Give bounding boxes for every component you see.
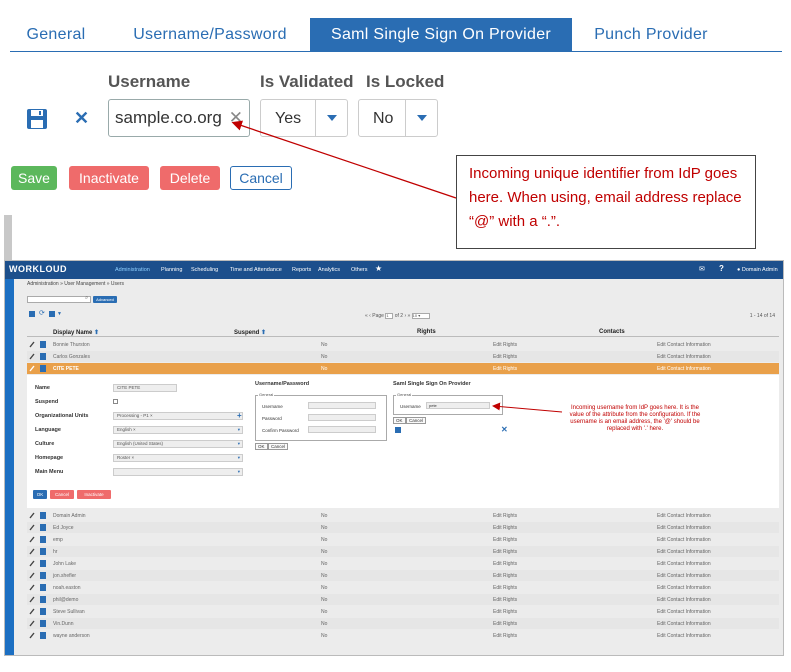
annotation-arrows [231, 120, 563, 413]
annotation-arrow-top [231, 120, 457, 199]
annotation-arrow-bottom [492, 402, 563, 413]
